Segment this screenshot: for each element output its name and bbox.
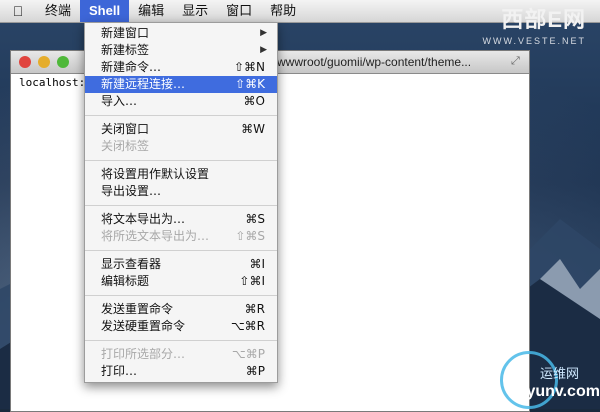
- menu-item-send-hard-reset[interactable]: 发送硬重置命令 ⌥⌘R: [85, 318, 277, 335]
- menu-item-export-selected-text-as: 将所选文本导出为… ⇧⌘S: [85, 228, 277, 245]
- menu-item-shortcut: ⌘W: [241, 122, 265, 136]
- menu-item-label: 将设置用作默认设置: [101, 167, 210, 181]
- menu-item-label: 新建命令…: [101, 60, 162, 74]
- brand-name: 西部E网: [501, 7, 586, 32]
- menu-item-label: 新建窗口: [101, 26, 150, 40]
- menu-shell[interactable]: Shell: [80, 0, 130, 22]
- menu-item-shortcut: ⌘S: [245, 212, 265, 226]
- menu-item-shortcut: ⌘I: [249, 257, 265, 271]
- menu-view[interactable]: 显示: [173, 0, 217, 22]
- menu-item-shortcut: ⇧⌘I: [239, 274, 265, 288]
- menu-item-label: 将文本导出为…: [101, 212, 186, 226]
- terminal-prompt: localhost:: [19, 76, 86, 89]
- brand-watermark: 西部E网 WWW.VESTE.NET: [483, 2, 587, 46]
- terminal-title-path: wwwroot/guomii/wp-content/theme...: [277, 55, 472, 69]
- site-watermark: 运维网 iyunv.com: [500, 345, 600, 409]
- watermark-line1: 运维网: [540, 366, 580, 381]
- menu-item-label: 将所选文本导出为…: [101, 229, 210, 243]
- menu-item-label: 关闭窗口: [101, 122, 150, 136]
- menu-item-shortcut: ⌘P: [245, 364, 265, 378]
- menu-item-new-window[interactable]: 新建窗口 ▶: [85, 25, 277, 42]
- menu-item-show-inspector[interactable]: 显示查看器 ⌘I: [85, 256, 277, 273]
- menu-item-new-remote-connection[interactable]: 新建远程连接… ⇧⌘K: [85, 76, 277, 93]
- menu-item-send-reset[interactable]: 发送重置命令 ⌘R: [85, 301, 277, 318]
- menu-item-label: 打印所选部分…: [101, 347, 186, 361]
- menu-item-new-tab[interactable]: 新建标签 ▶: [85, 42, 277, 59]
- menu-item-use-settings-as-default[interactable]: 将设置用作默认设置: [85, 166, 277, 183]
- menu-item-shortcut: ⇧⌘K: [235, 77, 265, 91]
- menu-separator: [85, 205, 277, 206]
- menu-terminal[interactable]: 终端: [36, 0, 80, 22]
- menu-item-label: 新建远程连接…: [101, 77, 186, 91]
- menu-item-label: 发送硬重置命令: [101, 319, 186, 333]
- fullscreen-icon[interactable]: ⤢: [511, 55, 523, 67]
- menu-separator: [85, 160, 277, 161]
- zoom-window-icon[interactable]: [57, 56, 69, 68]
- menu-item-label: 发送重置命令: [101, 302, 174, 316]
- menu-item-label: 导出设置…: [101, 184, 162, 198]
- watermark-line2: iyunv.com: [522, 383, 600, 400]
- brand-url: WWW.VESTE.NET: [482, 36, 586, 46]
- menu-separator: [85, 295, 277, 296]
- menu-separator: [85, 340, 277, 341]
- menu-window[interactable]: 窗口: [217, 0, 261, 22]
- menu-item-label: 显示查看器: [101, 257, 162, 271]
- apple-menu-icon[interactable]: : [0, 3, 36, 19]
- menu-item-import[interactable]: 导入… ⌘O: [85, 93, 277, 110]
- menu-item-label: 导入…: [101, 94, 138, 108]
- menu-item-shortcut: ⌘O: [243, 94, 265, 108]
- minimize-window-icon[interactable]: [38, 56, 50, 68]
- menu-item-label: 关闭标签: [101, 139, 150, 153]
- menu-item-label: 打印…: [101, 364, 138, 378]
- menu-item-export-settings[interactable]: 导出设置…: [85, 183, 277, 200]
- menu-item-print[interactable]: 打印… ⌘P: [85, 363, 277, 380]
- menu-item-export-text-as[interactable]: 将文本导出为… ⌘S: [85, 211, 277, 228]
- menu-help[interactable]: 帮助: [261, 0, 305, 22]
- shell-dropdown-menu: 新建窗口 ▶ 新建标签 ▶ 新建命令… ⇧⌘N 新建远程连接… ⇧⌘K 导入… …: [84, 22, 278, 383]
- menu-item-shortcut: ⌥⌘R: [230, 319, 265, 333]
- menu-item-print-selection: 打印所选部分… ⌥⌘P: [85, 346, 277, 363]
- menu-item-new-command[interactable]: 新建命令… ⇧⌘N: [85, 59, 277, 76]
- menu-item-label: 新建标签: [101, 43, 150, 57]
- submenu-arrow-icon: ▶: [260, 28, 267, 38]
- menu-item-shortcut: ⌘R: [244, 302, 265, 316]
- menu-item-shortcut: ⇧⌘S: [235, 229, 265, 243]
- menu-item-edit-title[interactable]: 编辑标题 ⇧⌘I: [85, 273, 277, 290]
- menu-item-shortcut: ⇧⌘N: [233, 60, 265, 74]
- menu-edit[interactable]: 编辑: [129, 0, 173, 22]
- menu-separator: [85, 250, 277, 251]
- close-window-icon[interactable]: [19, 56, 31, 68]
- submenu-arrow-icon: ▶: [260, 45, 267, 55]
- menu-item-close-tab: 关闭标签: [85, 138, 277, 155]
- menu-separator: [85, 115, 277, 116]
- menu-item-close-window[interactable]: 关闭窗口 ⌘W: [85, 121, 277, 138]
- menu-item-label: 编辑标题: [101, 274, 150, 288]
- menu-item-shortcut: ⌥⌘P: [231, 347, 265, 361]
